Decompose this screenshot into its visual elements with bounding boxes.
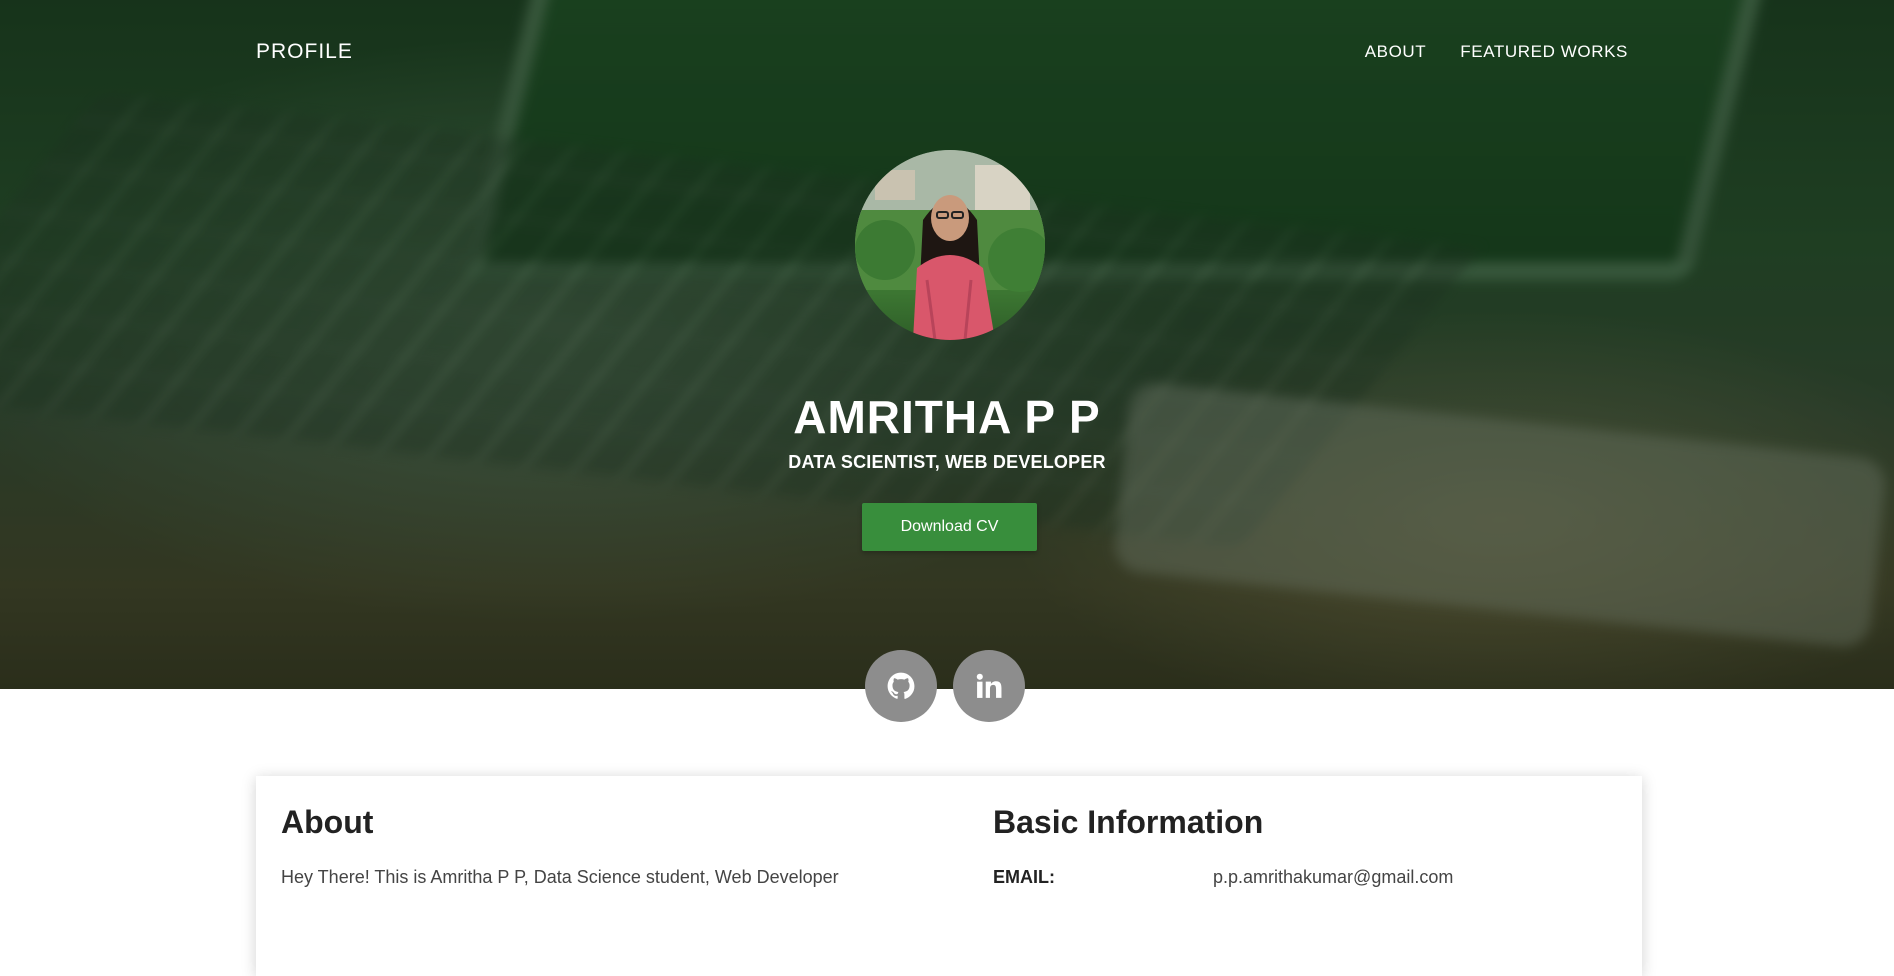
github-button[interactable] [865, 650, 937, 722]
avatar [855, 150, 1045, 340]
email-label: EMAIL: [993, 867, 1055, 887]
linkedin-icon [976, 673, 1002, 698]
linkedin-button[interactable] [953, 650, 1025, 722]
about-section: About Hey There! This is Amritha P P, Da… [281, 804, 961, 888]
brand-link[interactable]: PROFILE [256, 40, 353, 64]
profile-name: AMRITHA P P [793, 391, 1101, 443]
profile-tagline: DATA SCIENTIST, WEB DEVELOPER [788, 452, 1106, 472]
info-row-email: EMAIL: p.p.amrithakumar@gmail.com [993, 867, 1613, 888]
basic-information-section: Basic Information EMAIL: p.p.amrithakuma… [993, 804, 1613, 888]
basic-information-heading: Basic Information [993, 804, 1264, 840]
info-card: About Hey There! This is Amritha P P, Da… [256, 776, 1642, 976]
about-heading: About [281, 804, 374, 840]
top-navigation: PROFILE ABOUT FEATURED WORKS [0, 0, 1894, 104]
about-text: Hey There! This is Amritha P P, Data Sci… [281, 867, 839, 887]
nav-links: ABOUT FEATURED WORKS [1365, 42, 1628, 62]
download-cv-button[interactable]: Download CV [862, 503, 1037, 551]
nav-link-about[interactable]: ABOUT [1365, 42, 1427, 62]
nav-link-featured-works[interactable]: FEATURED WORKS [1460, 42, 1628, 62]
email-value: p.p.amrithakumar@gmail.com [1213, 867, 1454, 887]
profile-photo [855, 150, 1045, 340]
github-icon [887, 672, 915, 699]
hero-section: PROFILE ABOUT FEATURED WORKS AMRITHA P P… [0, 0, 1894, 689]
